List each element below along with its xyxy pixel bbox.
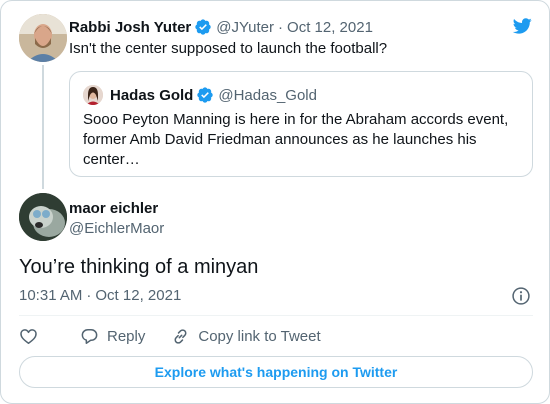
explore-twitter-button[interactable]: Explore what's happening on Twitter (19, 356, 533, 388)
verified-badge-icon (197, 87, 214, 103)
heart-icon (20, 328, 37, 344)
reply-button[interactable]: Reply (80, 327, 145, 346)
parent-tweet-text: Isn't the center supposed to launch the … (69, 40, 388, 57)
separator-dot: · (86, 287, 92, 304)
tweet-time[interactable]: 10:31 AM (19, 286, 82, 306)
parent-avatar[interactable] (19, 14, 67, 62)
parent-tweet-date[interactable]: Oct 12, 2021 (287, 19, 373, 36)
separator-dot: · (278, 18, 284, 36)
divider (19, 315, 533, 316)
parent-author-name[interactable]: Rabbi Josh Yuter (69, 19, 191, 36)
link-icon (174, 328, 187, 344)
main-author-name[interactable]: maor eichler (69, 199, 158, 219)
verified-badge-icon (195, 19, 211, 35)
parent-author-handle[interactable]: @JYuter (216, 19, 274, 36)
tweet-timestamp[interactable]: 10:31 AM · Oct 12, 2021 (19, 286, 181, 306)
info-icon[interactable] (511, 286, 531, 306)
twitter-bird-icon[interactable] (511, 16, 533, 36)
main-author-handle[interactable]: @EichlerMaor (69, 219, 164, 239)
main-tweet-text: You’re thinking of a minyan (19, 256, 259, 278)
quoted-author-avatar[interactable] (83, 85, 103, 105)
quoted-tweet-header: Hadas Gold @Hadas_Gold (110, 85, 317, 105)
tweet-date[interactable]: Oct 12, 2021 (95, 286, 181, 306)
quoted-tweet-text: Sooo Peyton Manning is here in for the A… (83, 111, 509, 168)
parent-tweet-header: Rabbi Josh Yuter @JYuter · Oct 12, 2021 (69, 17, 373, 37)
reply-label: Reply (107, 327, 146, 345)
thread-connector-line (42, 65, 44, 189)
quoted-author-handle[interactable]: @Hadas_Gold (218, 87, 317, 104)
embedded-tweet-card: Rabbi Josh Yuter @JYuter · Oct 12, 2021 … (0, 0, 550, 404)
main-author-avatar[interactable] (19, 193, 67, 241)
tweet-actions: Reply Copy link to Tweet (19, 325, 321, 347)
quoted-tweet[interactable]: Hadas Gold @Hadas_Gold Sooo Peyton Manni… (69, 71, 533, 177)
copy-link-button[interactable]: Copy link to Tweet (171, 327, 321, 346)
reply-icon (81, 328, 98, 344)
copy-link-label: Copy link to Tweet (198, 327, 321, 345)
quoted-author-name[interactable]: Hadas Gold (110, 87, 193, 104)
like-button[interactable] (19, 327, 38, 346)
